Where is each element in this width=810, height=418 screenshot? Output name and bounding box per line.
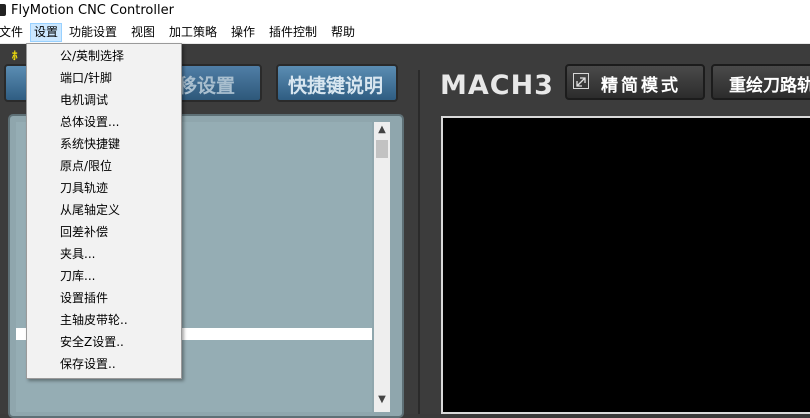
chevron-up-icon[interactable]: ▲ [374,124,390,136]
compact-mode-label: 精简模式 [601,76,681,96]
logo-text: MACH3 [440,70,552,100]
mach3-logo: MACH3 [440,70,552,100]
menu-item-slave-axis[interactable]: 从尾轴定义 [60,200,120,220]
menu-item-save-settings[interactable]: 保存设置.. [60,354,116,374]
app-icon [0,4,6,16]
menu-function-settings[interactable]: 功能设置 [66,24,120,41]
expand-arrows-glyph [576,77,586,87]
menu-item-unit-select[interactable]: 公/英制选择 [60,46,124,66]
menu-item-general-config[interactable]: 总体设置... [60,112,119,132]
menu-item-toolpath[interactable]: 刀具轨迹 [60,178,108,198]
redraw-toolpath-label: 重绘刀路轨 [729,76,810,96]
move-settings-label: 移设置 [178,75,236,97]
menu-item-safe-z[interactable]: 安全Z设置.. [60,332,124,352]
menu-machining-strategy[interactable]: 加工策略 [166,24,220,41]
menu-item-tool-table[interactable]: 刀库... [60,266,95,286]
compact-mode-button[interactable]: 精简模式 [565,64,705,100]
window-title: FlyMotion CNC Controller [11,3,174,18]
scroll-thumb[interactable] [376,140,388,158]
warning-text: ﾎ [12,49,18,62]
menu-item-homing-limits[interactable]: 原点/限位 [60,156,112,176]
menu-operation[interactable]: 操作 [228,24,258,41]
redraw-toolpath-button[interactable]: 重绘刀路轨 [711,64,810,100]
menu-item-spindle-pulleys[interactable]: 主轴皮带轮.. [60,310,128,330]
menu-bar: 文件 设置 功能设置 视图 加工策略 操作 插件控制 帮助 [0,22,810,44]
menu-item-motor-tuning[interactable]: 电机调试 [60,90,108,110]
menu-help[interactable]: 帮助 [328,24,358,41]
toolpath-viewport[interactable] [441,116,810,414]
panel-divider [418,70,420,414]
menu-item-fixtures[interactable]: 夹具... [60,244,95,264]
title-bar: FlyMotion CNC Controller [0,0,810,22]
settings-dropdown-menu: 公/英制选择 端口/针脚 电机调试 总体设置... 系统快捷键 原点/限位 刀具… [26,43,182,379]
menu-item-system-hotkeys[interactable]: 系统快捷键 [60,134,120,154]
menu-item-ports-pins[interactable]: 端口/针脚 [60,68,112,88]
chevron-down-icon[interactable]: ▼ [374,394,390,406]
menu-file[interactable]: 文件 [0,24,26,41]
list-scrollbar[interactable]: ▲ ▼ [374,122,390,412]
expand-arrows-icon [573,73,589,89]
menu-settings[interactable]: 设置 [30,23,63,42]
shortcut-help-label: 快捷键说明 [288,75,384,97]
menu-plugin-control[interactable]: 插件控制 [266,24,320,41]
shortcut-help-button[interactable]: 快捷键说明 [276,64,398,102]
menu-view[interactable]: 视图 [128,24,158,41]
move-settings-button[interactable]: 移设置 [170,64,262,102]
menu-item-backlash[interactable]: 回差补偿 [60,222,108,242]
menu-item-config-plugins[interactable]: 设置插件 [60,288,108,308]
